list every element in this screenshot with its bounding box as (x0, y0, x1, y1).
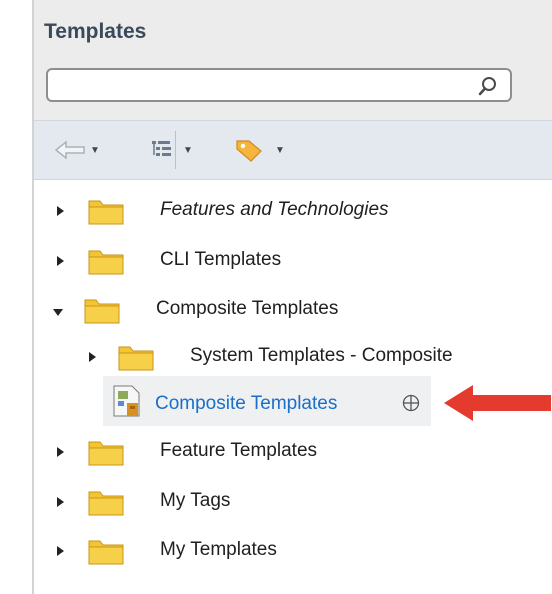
view-dropdown-caret[interactable]: ▼ (183, 145, 193, 156)
open-folder-icon (84, 299, 120, 324)
tree-view-icon (152, 141, 171, 156)
tree-item-feature-templates[interactable]: Feature Templates (160, 440, 317, 462)
expand-arrow-icon[interactable] (86, 351, 98, 363)
collapse-arrow-icon[interactable] (52, 306, 64, 318)
expand-arrow-icon[interactable] (54, 205, 66, 217)
search-field[interactable] (46, 68, 512, 102)
tag-icon (236, 140, 262, 162)
tree-item-my-templates[interactable]: My Templates (160, 539, 277, 561)
tree-item-features-and-technologies[interactable]: Features and Technologies (160, 199, 389, 221)
folder-icon (88, 491, 124, 516)
templates-panel: Templates ▼ ▼ ▼ Features and Technologie… (0, 0, 552, 594)
folder-icon (88, 540, 124, 565)
panel-title: Templates (44, 20, 147, 43)
folder-icon (88, 441, 124, 466)
tree-item-composite-templates-leaf[interactable]: Composite Templates (155, 393, 337, 415)
tree-toolbar: ▼ ▼ ▼ (34, 120, 552, 180)
search-icon[interactable] (478, 76, 498, 96)
folder-icon (118, 346, 154, 371)
expand-arrow-icon[interactable] (54, 255, 66, 267)
folder-icon (88, 200, 124, 225)
expand-arrow-icon[interactable] (54, 446, 66, 458)
red-arrow-icon (444, 385, 551, 421)
tree-item-my-tags[interactable]: My Tags (160, 490, 230, 512)
back-arrow-icon (54, 140, 85, 160)
tree-item-composite-templates[interactable]: Composite Templates (156, 298, 338, 320)
back-dropdown-caret[interactable]: ▼ (90, 145, 100, 156)
panel-header (34, 0, 552, 120)
template-file-icon (113, 385, 140, 417)
tag-dropdown-caret[interactable]: ▼ (275, 145, 285, 156)
crosshair-icon[interactable] (401, 393, 421, 413)
search-input[interactable] (56, 71, 470, 101)
folder-icon (88, 250, 124, 275)
tree-item-system-templates-composite[interactable]: System Templates - Composite (190, 345, 453, 367)
tree-item-cli-templates[interactable]: CLI Templates (160, 249, 281, 271)
expand-arrow-icon[interactable] (54, 496, 66, 508)
back-button[interactable]: ▼ (54, 135, 100, 165)
view-mode-button[interactable]: ▼ (151, 135, 193, 165)
tag-button[interactable]: ▼ (235, 135, 285, 165)
expand-arrow-icon[interactable] (54, 545, 66, 557)
